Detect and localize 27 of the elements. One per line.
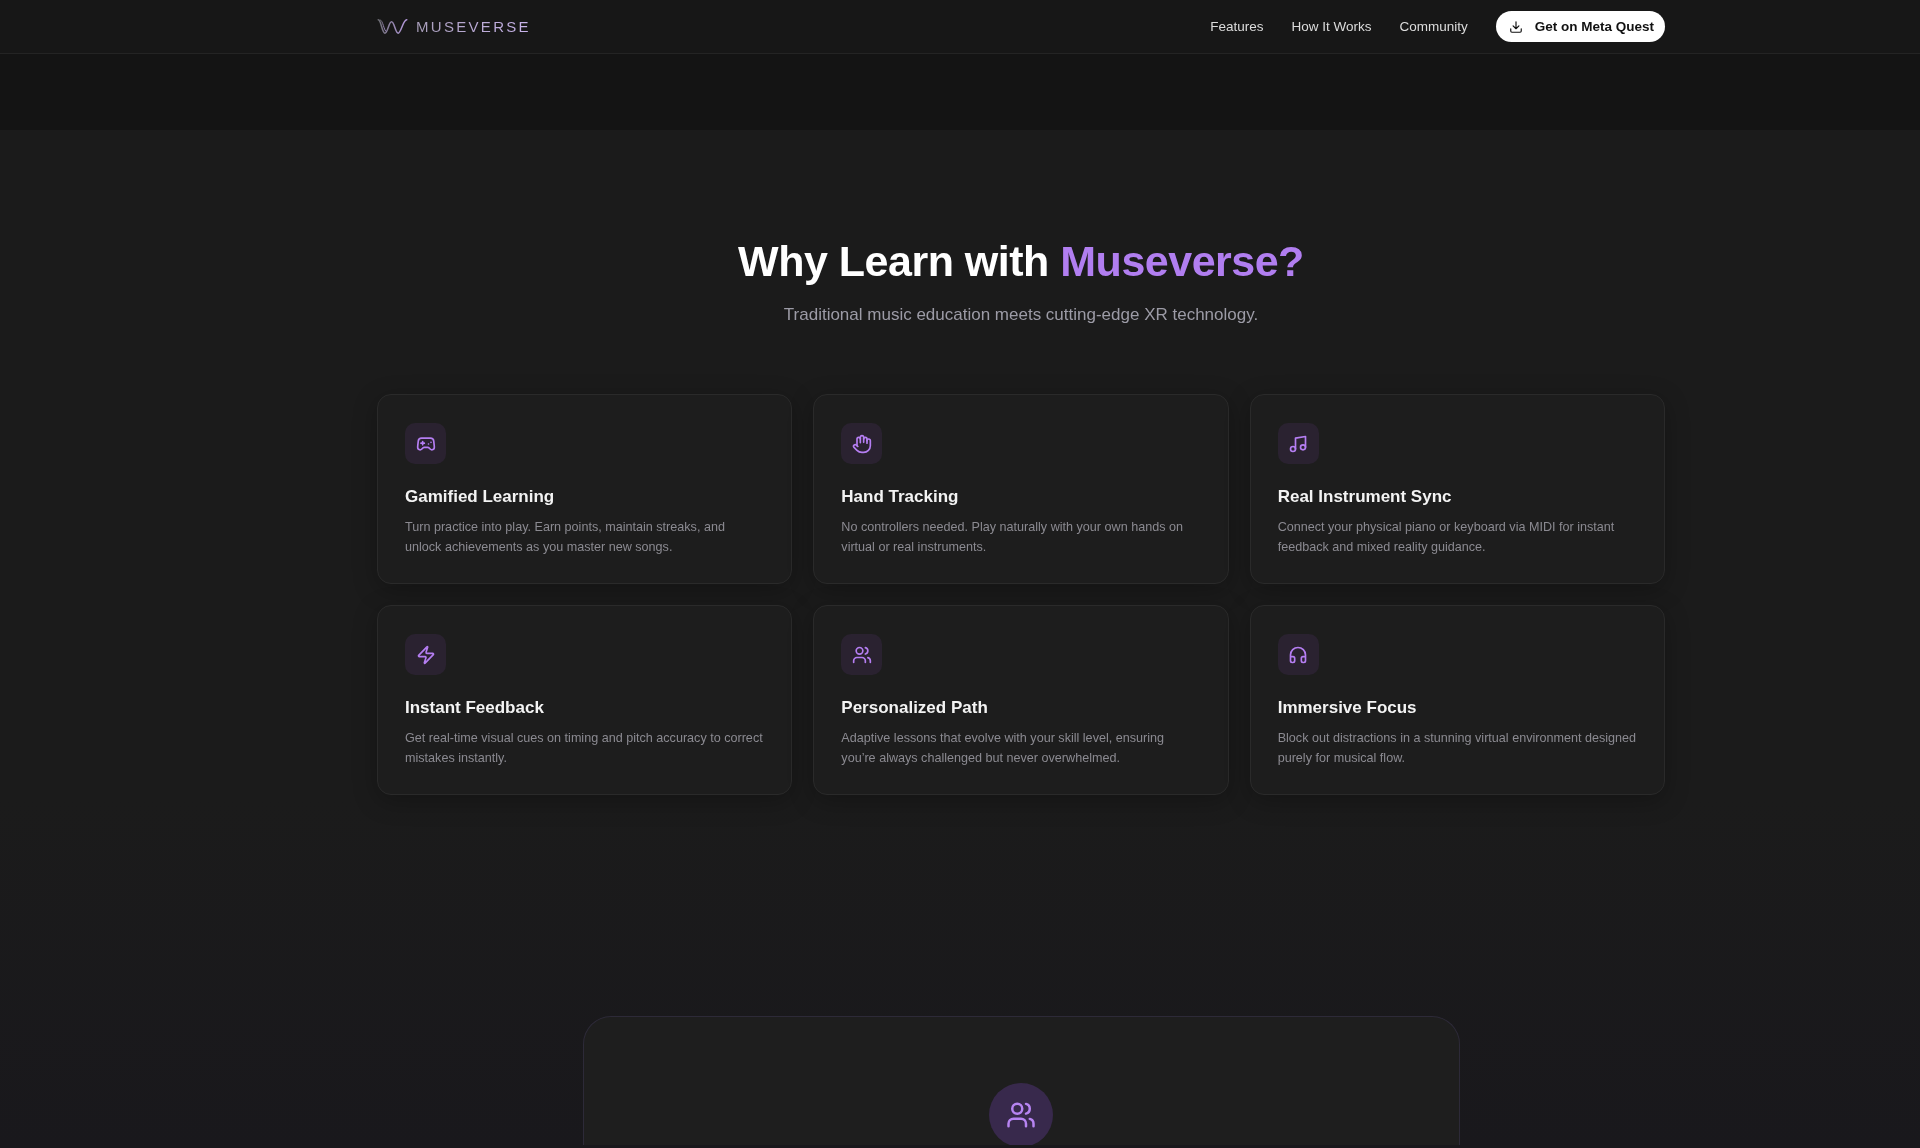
logo[interactable]: MUSEVERSE (377, 17, 531, 36)
hand-icon (841, 423, 883, 464)
card-title: Personalized Path (841, 697, 989, 719)
users-icon (841, 634, 883, 675)
nav-link[interactable]: Community (1399, 19, 1468, 34)
card-title: Immersive Focus (1277, 697, 1418, 719)
download-icon (1508, 19, 1523, 34)
nav-link[interactable]: How It Works (1291, 19, 1372, 34)
card-title: Instant Feedback (405, 697, 545, 719)
nav-link[interactable]: Features (1210, 19, 1264, 34)
music-note-icon (1277, 423, 1319, 464)
get-app-button[interactable]: Get on Meta Quest (1495, 11, 1665, 42)
headphones-icon (1277, 634, 1319, 675)
card-description: Get real-time visual cues on timing and pitch accuracy to correct mistakes instantly. (405, 730, 764, 767)
card-title: Gamified Learning (405, 486, 556, 508)
card-description: No controllers needed. Play naturally with your own hands on virtual or real instruments. (841, 519, 1184, 556)
wave-logo-icon (377, 17, 408, 36)
card-title: Hand Tracking (841, 486, 960, 508)
gamepad-icon (405, 423, 446, 464)
card-description: Connect your physical piano or keyboard via MIDI for instant feedback and mixed reality guidance. (1277, 519, 1616, 556)
card-description: Adaptive lessons that evolve with your skill level, ensuring you’re always challenged but never overwhelmed. (841, 730, 1166, 767)
section-subtitle: Traditional music education meets cutting-edge XR technology. (783, 304, 1259, 326)
card-description: Turn practice into play. Earn points, maintain streaks, and unlock achievements as you master new songs. (405, 519, 726, 556)
section-title: Why Learn with Museverse? (738, 236, 1304, 287)
card-title: Real Instrument Sync (1277, 486, 1453, 508)
card-description: Block out distractions in a stunning virtual environment designed purely for musical flow. (1277, 730, 1637, 767)
lightning-icon (405, 634, 446, 675)
